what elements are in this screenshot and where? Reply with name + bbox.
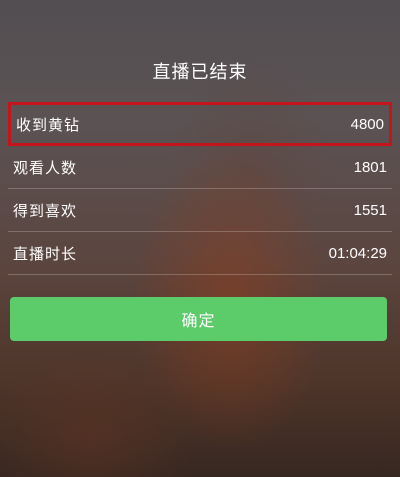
stat-label: 得到喜欢	[13, 201, 78, 220]
stat-row-likes: 得到喜欢 1551	[8, 189, 392, 232]
stat-value: 01:04:29	[328, 244, 387, 262]
stats-list: 收到黄钻 4800 观看人数 1801 得到喜欢 1551 直播时长 01:04…	[8, 102, 392, 275]
stat-value: 4800	[350, 115, 384, 133]
stat-label: 观看人数	[13, 158, 78, 177]
stat-value: 1551	[353, 201, 387, 219]
stat-label: 直播时长	[13, 244, 78, 263]
stat-value: 1801	[353, 158, 387, 176]
stat-row-yellow-diamonds: 收到黄钻 4800	[8, 102, 392, 146]
page-title: 直播已结束	[152, 62, 248, 83]
stat-row-duration: 直播时长 01:04:29	[8, 232, 392, 275]
live-ended-screen: 直播已结束 收到黄钻 4800 观看人数 1801 得到喜欢 1551 直播时长…	[0, 0, 400, 477]
stat-label: 收到黄钻	[16, 115, 81, 134]
confirm-button[interactable]: 确定	[10, 297, 387, 341]
stat-row-viewers: 观看人数 1801	[8, 146, 392, 189]
